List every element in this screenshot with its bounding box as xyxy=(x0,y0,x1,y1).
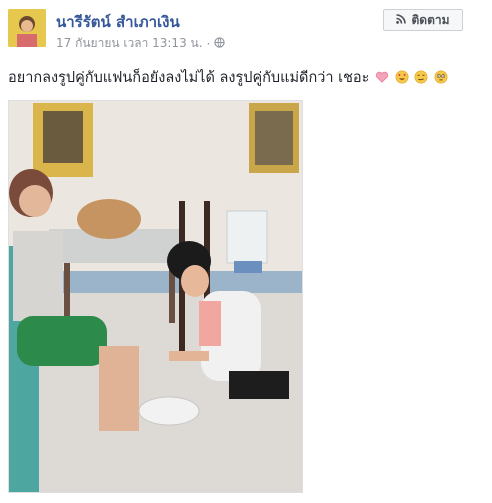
heart-emoji xyxy=(375,71,389,83)
post-meta: 17 กันยายน เวลา 13:13 น. · xyxy=(56,34,226,53)
post-text-content: อยากลงรูปคู่กับแฟนก็อยังลงไม่ได้ ลงรูปคู… xyxy=(8,70,370,86)
smirk-emoji xyxy=(414,70,428,84)
heart-eyes-emoji xyxy=(395,70,409,84)
post-text: อยากลงรูปคู่กับแฟนก็อยังลงไม่ได้ ลงรูปคู… xyxy=(8,66,484,89)
globe-icon[interactable] xyxy=(214,36,226,51)
post-photo[interactable] xyxy=(8,100,303,493)
rss-icon xyxy=(396,13,407,27)
follow-button[interactable]: ติดตาม xyxy=(383,9,463,31)
author-avatar[interactable] xyxy=(8,9,46,47)
post-timestamp[interactable]: 17 กันยายน เวลา 13:13 น. xyxy=(56,34,203,53)
follow-label: ติดตาม xyxy=(411,12,450,27)
flushed-emoji xyxy=(434,70,448,84)
author-name[interactable]: นารีรัตน์ สำเภาเงิน xyxy=(56,10,180,34)
meta-separator: · xyxy=(206,36,211,51)
